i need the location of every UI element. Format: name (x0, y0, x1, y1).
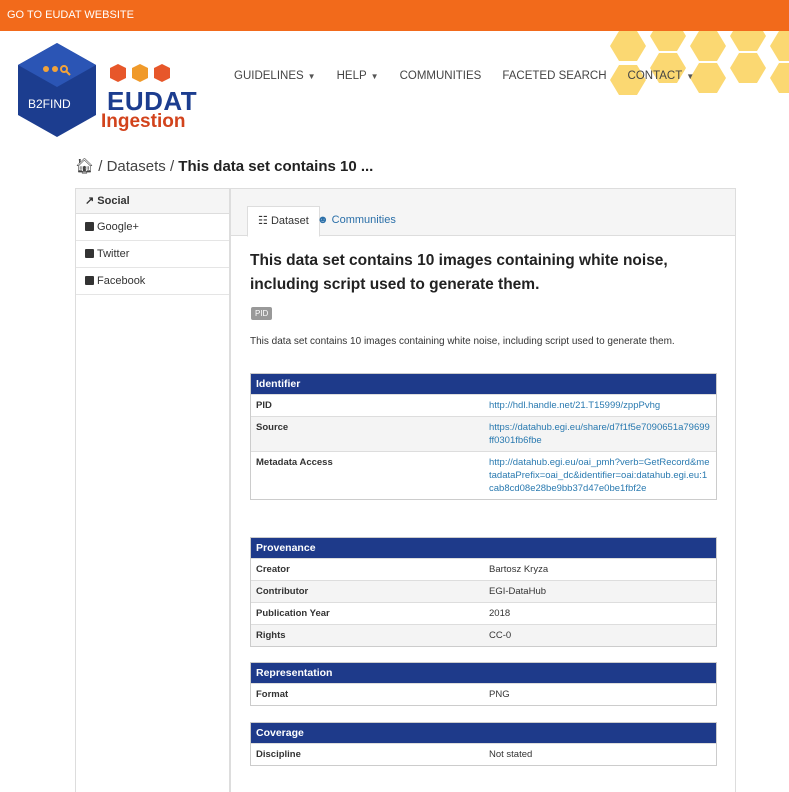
coverage-panel: Coverage Discipline Not stated (250, 722, 717, 766)
row-key: Discipline (251, 743, 484, 765)
users-icon: ☻ (317, 214, 329, 226)
nav-guidelines[interactable]: GUIDELINES ▼ (234, 70, 316, 82)
panel-header: Provenance (251, 538, 716, 558)
nav-faceted-search[interactable]: FACETED SEARCH (502, 70, 606, 82)
panel-header: Representation (251, 663, 716, 683)
nav-contact[interactable]: CONTACT ▼ (628, 70, 695, 82)
breadcrumb: 🏠︎ / Datasets / This data set contains 1… (75, 158, 374, 175)
provenance-panel: Provenance Creator Bartosz Kryza Contribu… (250, 537, 717, 647)
row-value-link[interactable]: http://hdl.handle.net/21.T15999/zppPvhg (484, 394, 716, 417)
table-row: Format PNG (251, 683, 716, 705)
identifier-panel: Identifier PID http://hdl.handle.net/21.T… (250, 373, 717, 500)
row-value-link[interactable]: https://datahub.egi.eu/share/d7f1f5e7090… (484, 416, 716, 452)
social-sidebar: ↗ Social Google+ Twitter Facebook (75, 188, 230, 792)
pid-badge: PID (251, 307, 273, 320)
chevron-down-icon: ▼ (307, 72, 316, 81)
nav-help[interactable]: HELP ▼ (337, 70, 379, 82)
top-bar: GO TO EUDAT WEBSITE (0, 0, 789, 31)
tab-communities[interactable]: ☻ Communities (307, 206, 406, 235)
b2find-logo[interactable]: B2FIND (18, 43, 96, 137)
main-nav: GUIDELINES ▼ HELP ▼ COMMUNITIES FACETED SE… (234, 70, 715, 82)
sitemap-icon: ☷ (258, 215, 268, 227)
row-key: Metadata Access (251, 451, 484, 499)
dataset-description: This data set contains 10 images contain… (250, 336, 675, 347)
ingestion-logo-text: Ingestion (101, 111, 186, 132)
hexagon-decoration (610, 31, 789, 95)
table-row: Contributor EGI-DataHub (251, 580, 716, 603)
tab-strip: ☷ Dataset ☻ Communities (231, 189, 735, 237)
breadcrumb-current: This data set contains 10 ... (178, 158, 374, 175)
row-value: PNG (484, 683, 716, 705)
dataset-main-panel: ☷ Dataset ☻ Communities This data set co… (230, 188, 736, 792)
row-key: Rights (251, 624, 484, 646)
table-row: Rights CC-0 (251, 624, 716, 646)
nav-communities[interactable]: COMMUNITIES (400, 70, 482, 82)
row-key: Source (251, 416, 484, 452)
representation-panel: Representation Format PNG (250, 662, 717, 706)
b2find-logo-text: B2FIND (28, 97, 71, 111)
row-value: 2018 (484, 602, 716, 625)
eudat-website-link[interactable]: GO TO EUDAT WEBSITE (7, 9, 134, 21)
google-plus-icon (85, 222, 94, 231)
sidebar-heading: ↗ Social (76, 189, 229, 214)
breadcrumb-datasets[interactable]: Datasets (107, 158, 166, 175)
row-value-link[interactable]: http://datahub.egi.eu/oai_pmh?verb=GetRe… (484, 451, 716, 499)
table-row: PID http://hdl.handle.net/21.T15999/zppPv… (251, 394, 716, 417)
table-row: Metadata Access http://datahub.egi.eu/oai… (251, 451, 716, 499)
dataset-title: This data set contains 10 images contain… (250, 252, 668, 293)
twitter-icon (85, 249, 94, 258)
row-value: Not stated (484, 743, 716, 765)
chevron-down-icon: ▼ (686, 72, 695, 81)
table-row: Creator Bartosz Kryza (251, 558, 716, 581)
row-value: Bartosz Kryza (484, 558, 716, 581)
table-row: Discipline Not stated (251, 743, 716, 765)
share-icon: ↗ (85, 195, 95, 207)
sidebar-item-twitter[interactable]: Twitter (76, 241, 229, 268)
row-value: CC-0 (484, 624, 716, 646)
row-key: Creator (251, 558, 484, 581)
panel-header: Identifier (251, 374, 716, 394)
sidebar-item-facebook[interactable]: Facebook (76, 268, 229, 295)
row-key: Publication Year (251, 602, 484, 625)
table-row: Publication Year 2018 (251, 602, 716, 625)
row-key: Contributor (251, 580, 484, 603)
row-value: EGI-DataHub (484, 580, 716, 603)
chevron-down-icon: ▼ (370, 72, 379, 81)
row-key: PID (251, 394, 484, 417)
table-row: Source https://datahub.egi.eu/share/d7f1f… (251, 416, 716, 452)
sidebar-item-google-plus[interactable]: Google+ (76, 214, 229, 241)
home-icon[interactable]: 🏠︎ (75, 158, 94, 175)
panel-header: Coverage (251, 723, 716, 743)
row-key: Format (251, 683, 484, 705)
eudat-logo-mark (110, 64, 170, 82)
facebook-icon (85, 276, 94, 285)
